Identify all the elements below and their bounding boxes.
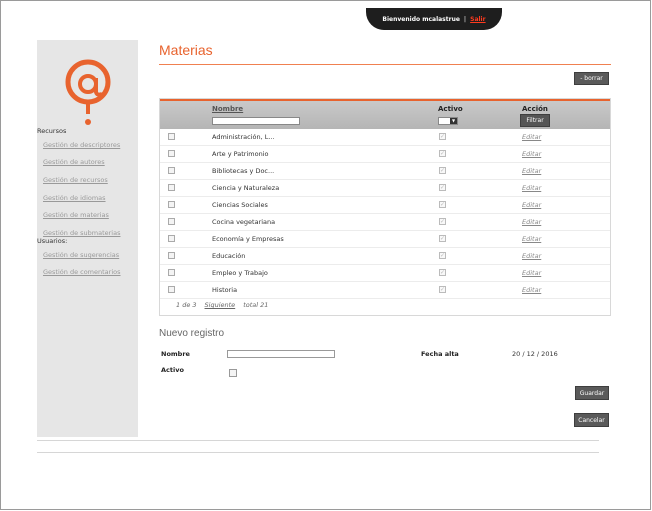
- table-row: Historia ✓ Editar: [160, 282, 610, 299]
- logout-link[interactable]: Salir: [470, 16, 485, 23]
- welcome-text: Bienvenido mcalastrue: [382, 15, 460, 23]
- row-select-checkbox[interactable]: [168, 167, 175, 174]
- cancel-button[interactable]: Cancelar: [574, 413, 609, 427]
- sidebar-item-autores[interactable]: Gestión de autores: [43, 158, 105, 166]
- sidebar-item-recursos[interactable]: Gestión de recursos: [43, 176, 108, 184]
- row-name: Historia: [212, 286, 238, 294]
- fecha-alta-label: Fecha alta: [421, 350, 459, 358]
- activo-filter-select[interactable]: ▼: [438, 117, 458, 125]
- table-row: Bibliotecas y Doc... ✓ Editar: [160, 163, 610, 180]
- new-record-title: Nuevo registro: [159, 328, 225, 339]
- row-select-checkbox[interactable]: [168, 150, 175, 157]
- row-active-checkbox: ✓: [439, 167, 446, 174]
- sidebar-section-recursos: Recursos: [37, 127, 67, 135]
- footer-divider: [37, 440, 599, 441]
- table-row: Arte y Patrimonio ✓ Editar: [160, 146, 610, 163]
- user-bar-separator: |: [463, 15, 467, 23]
- table-row: Administración, L... ✓ Editar: [160, 129, 610, 146]
- row-name: Empleo y Trabajo: [212, 269, 268, 277]
- row-name: Arte y Patrimonio: [212, 150, 269, 158]
- table-row: Economía y Empresas ✓ Editar: [160, 231, 610, 248]
- row-active-checkbox: ✓: [439, 286, 446, 293]
- chevron-down-icon: ▼: [450, 118, 457, 124]
- activo-label: Activo: [161, 366, 184, 374]
- sidebar-item-comentarios[interactable]: Gestión de comentarios: [43, 268, 121, 276]
- row-active-checkbox: ✓: [439, 184, 446, 191]
- sidebar: Recursos Gestión de descriptores Gestión…: [37, 40, 138, 437]
- row-name: Ciencia y Naturaleza: [212, 184, 280, 192]
- row-active-checkbox: ✓: [439, 235, 446, 242]
- table-row: Cocina vegetariana ✓ Editar: [160, 214, 610, 231]
- sidebar-item-materias[interactable]: Gestión de materias: [43, 211, 109, 219]
- sidebar-item-submaterias[interactable]: Gestión de submaterias: [43, 229, 120, 237]
- row-select-checkbox[interactable]: [168, 235, 175, 242]
- next-page-link[interactable]: Siguiente: [205, 301, 236, 309]
- edit-link[interactable]: Editar: [522, 252, 541, 260]
- column-header-nombre[interactable]: Nombre: [212, 105, 243, 113]
- row-select-checkbox[interactable]: [168, 133, 175, 140]
- user-bar: Bienvenido mcalastrue | Salir: [366, 8, 502, 30]
- table-row: Ciencia y Naturaleza ✓ Editar: [160, 180, 610, 197]
- edit-link[interactable]: Editar: [522, 235, 541, 243]
- row-select-checkbox[interactable]: [168, 218, 175, 225]
- row-active-checkbox: ✓: [439, 252, 446, 259]
- column-header-accion: Acción: [522, 105, 548, 113]
- materias-table: Nombre Activo Acción ▼ Filtrar Administr…: [159, 98, 611, 316]
- edit-link[interactable]: Editar: [522, 133, 541, 141]
- edit-link[interactable]: Editar: [522, 286, 541, 294]
- edit-link[interactable]: Editar: [522, 218, 541, 226]
- total-count: total 21: [243, 301, 269, 309]
- delete-button[interactable]: - borrar: [574, 72, 609, 85]
- page-title: Materias: [159, 42, 213, 58]
- table-row: Educación ✓ Editar: [160, 248, 610, 265]
- row-name: Bibliotecas y Doc...: [212, 167, 275, 175]
- table-header: Nombre Activo Acción ▼ Filtrar: [160, 99, 610, 129]
- row-select-checkbox[interactable]: [168, 269, 175, 276]
- edit-link[interactable]: Editar: [522, 184, 541, 192]
- nombre-input[interactable]: [227, 350, 335, 358]
- table-row: Empleo y Trabajo ✓ Editar: [160, 265, 610, 282]
- edit-link[interactable]: Editar: [522, 167, 541, 175]
- nombre-label: Nombre: [161, 350, 190, 358]
- row-name: Economía y Empresas: [212, 235, 284, 243]
- footer-divider-2: [37, 452, 599, 453]
- row-select-checkbox[interactable]: [168, 252, 175, 259]
- nombre-filter-input[interactable]: [212, 117, 300, 125]
- column-header-activo: Activo: [438, 105, 463, 113]
- row-select-checkbox[interactable]: [168, 286, 175, 293]
- row-active-checkbox: ✓: [439, 201, 446, 208]
- sidebar-item-sugerencias[interactable]: Gestión de sugerencias: [43, 251, 119, 259]
- edit-link[interactable]: Editar: [522, 201, 541, 209]
- table-row: Ciencias Sociales ✓ Editar: [160, 197, 610, 214]
- row-active-checkbox: ✓: [439, 269, 446, 276]
- row-name: Educación: [212, 252, 246, 260]
- row-active-checkbox: ✓: [439, 150, 446, 157]
- sidebar-item-idiomas[interactable]: Gestión de idiomas: [43, 194, 106, 202]
- row-name: Ciencias Sociales: [212, 201, 268, 209]
- row-name: Cocina vegetariana: [212, 218, 276, 226]
- row-active-checkbox: ✓: [439, 218, 446, 225]
- filter-button[interactable]: Filtrar: [520, 114, 550, 127]
- row-active-checkbox: ✓: [439, 133, 446, 140]
- pagination: 1 de 3 Siguiente total 21: [176, 301, 268, 309]
- edit-link[interactable]: Editar: [522, 150, 541, 158]
- edit-link[interactable]: Editar: [522, 269, 541, 277]
- row-select-checkbox[interactable]: [168, 201, 175, 208]
- sidebar-section-usuarios: Usuarios:: [37, 237, 68, 245]
- activo-checkbox[interactable]: [229, 369, 237, 377]
- at-question-logo-icon: [65, 59, 111, 125]
- row-name: Administración, L...: [212, 133, 275, 141]
- title-divider: [159, 64, 611, 65]
- sidebar-item-descriptores[interactable]: Gestión de descriptores: [43, 141, 120, 149]
- page-indicator: 1 de 3: [176, 301, 197, 309]
- row-select-checkbox[interactable]: [168, 184, 175, 191]
- save-button[interactable]: Guardar: [575, 386, 609, 400]
- fecha-alta-value: 20 / 12 / 2016: [512, 350, 558, 358]
